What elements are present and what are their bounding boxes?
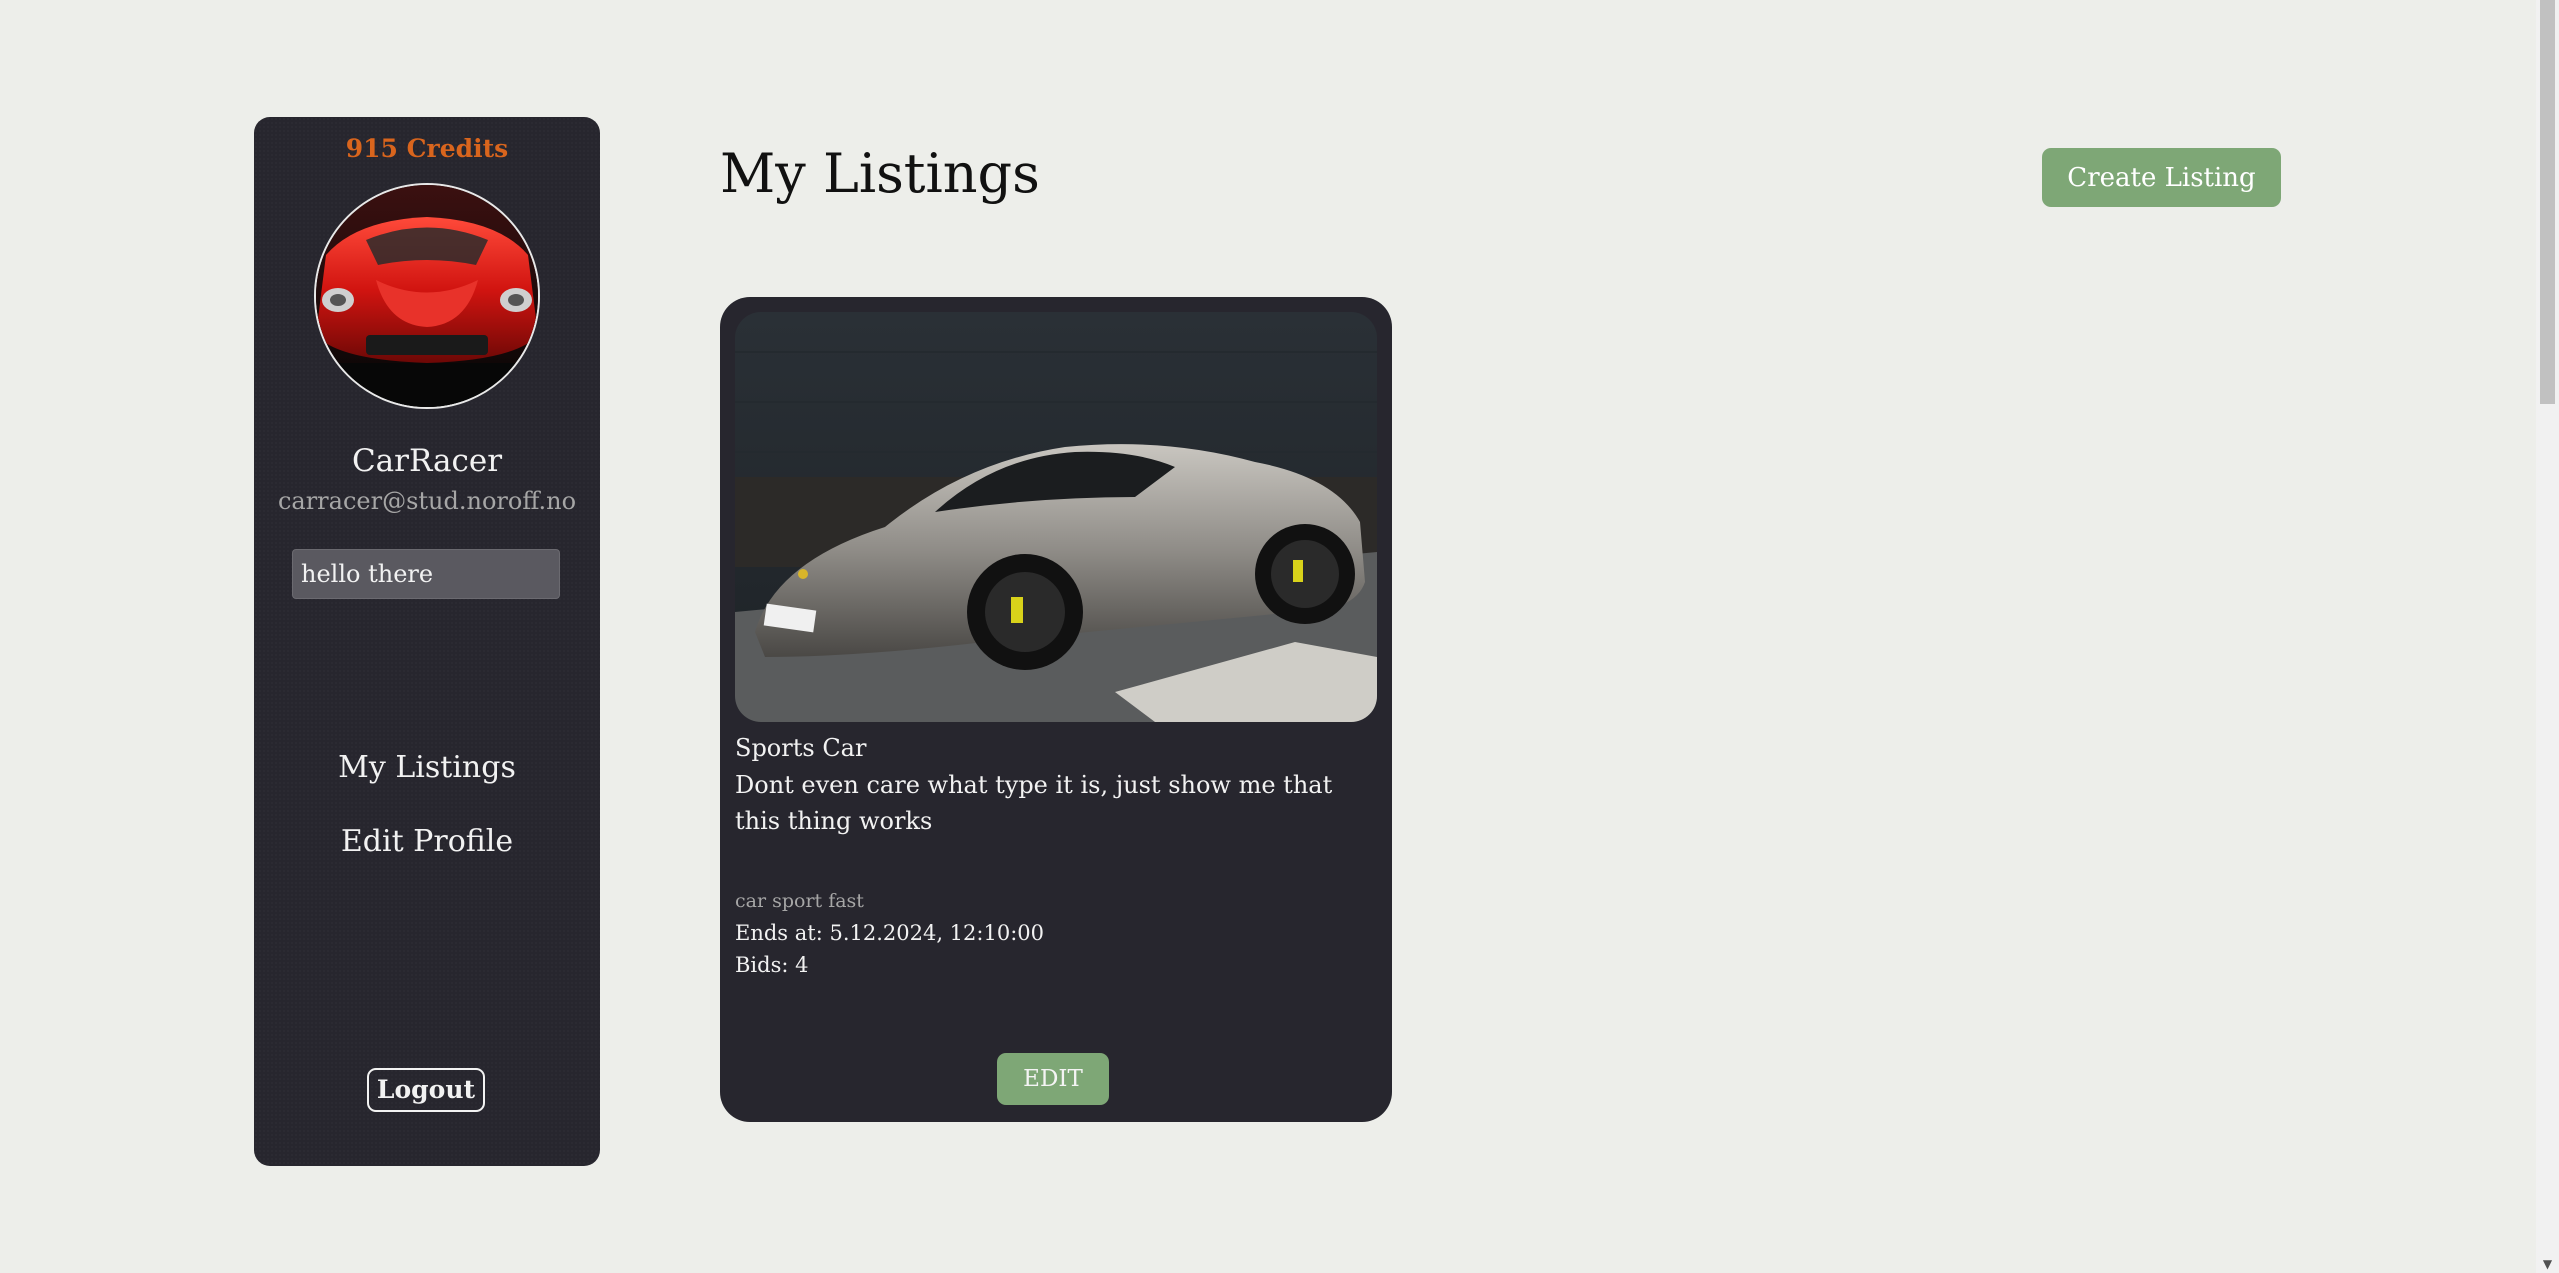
red-car-avatar-image — [316, 185, 538, 407]
logout-button[interactable]: Logout — [367, 1068, 485, 1112]
listing-end-date: Ends at: 5.12.2024, 12:10:00 — [735, 921, 1045, 945]
listing-title: Sports Car — [735, 734, 867, 762]
listing-card: Sports Car Dont even care what type it i… — [720, 297, 1392, 1122]
profile-bio: hello there — [292, 549, 560, 599]
nav-my-listings[interactable]: My Listings — [254, 750, 600, 785]
listing-bids: Bids: 4 — [735, 953, 809, 977]
scrollbar-thumb[interactable] — [2540, 0, 2555, 404]
page-scrollbar[interactable]: ▼ — [2536, 0, 2559, 1273]
scroll-down-arrow-icon[interactable]: ▼ — [2536, 1257, 2559, 1271]
nav-edit-profile[interactable]: Edit Profile — [254, 824, 600, 859]
sports-car-image — [735, 312, 1377, 722]
profile-sidebar: 915 Credits CarRacer carracer@stud.norof… — [254, 117, 600, 1166]
page-title: My Listings — [720, 142, 1040, 205]
profile-username: CarRacer — [351, 443, 503, 479]
listing-tags: car sport fast — [735, 890, 864, 912]
listing-description: Dont even care what type it is, just sho… — [735, 771, 1333, 835]
edit-listing-button[interactable]: EDIT — [997, 1053, 1109, 1105]
profile-email: carracer@stud.noroff.no — [277, 487, 577, 515]
listing-image — [735, 312, 1377, 722]
credits-display: 915 Credits — [345, 134, 509, 163]
avatar — [314, 183, 540, 409]
create-listing-button[interactable]: Create Listing — [2042, 148, 2281, 207]
